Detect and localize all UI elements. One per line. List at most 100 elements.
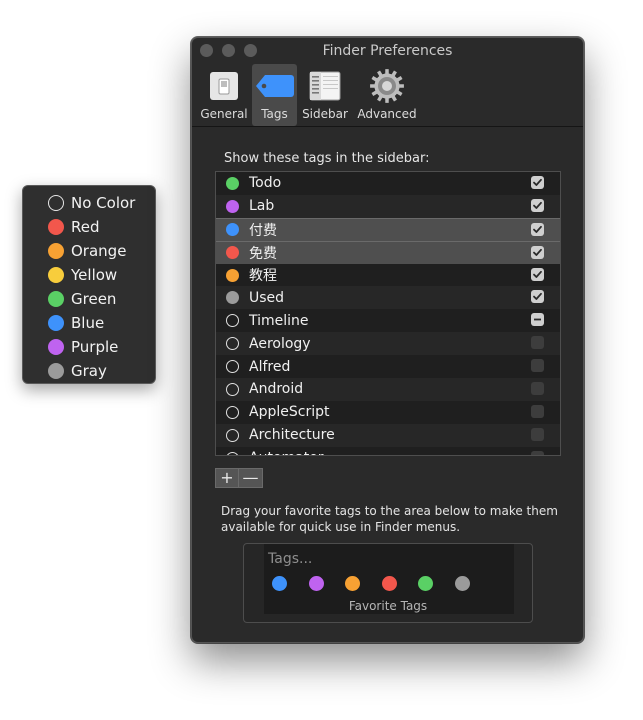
show-in-sidebar-checkbox[interactable] <box>531 290 544 304</box>
tag-color-dot-icon <box>226 314 239 328</box>
sidebar-icon <box>309 71 341 101</box>
color-menu-item-gray[interactable]: Gray <box>23 359 155 383</box>
tag-row[interactable]: Architecture <box>216 423 560 447</box>
tag-row[interactable]: Aerology <box>216 332 560 356</box>
remove-tag-button[interactable]: — <box>239 468 263 488</box>
tab-tags[interactable]: Tags <box>252 64 297 126</box>
tab-sidebar-label: Sidebar <box>302 107 348 121</box>
gear-icon <box>370 69 404 103</box>
color-dot-icon <box>48 315 64 331</box>
section-label: Show these tags in the sidebar: <box>224 151 430 166</box>
checkmark-icon <box>533 225 542 233</box>
show-in-sidebar-checkbox[interactable] <box>531 382 544 396</box>
tags-placeholder: Tags... <box>268 551 313 567</box>
tag-name: Timeline <box>249 312 309 329</box>
show-in-sidebar-checkbox[interactable] <box>531 176 544 189</box>
tag-icon <box>255 75 294 97</box>
tag-color-dot-icon <box>226 291 239 305</box>
tag-color-dot-icon <box>226 428 239 442</box>
show-in-sidebar-checkbox[interactable] <box>531 450 544 455</box>
tag-row[interactable]: 教程 <box>216 264 560 287</box>
mixed-state-icon <box>534 318 541 321</box>
show-in-sidebar-checkbox[interactable] <box>531 245 544 259</box>
show-in-sidebar-checkbox[interactable] <box>531 222 544 236</box>
tag-color-dot-icon <box>226 405 239 419</box>
checkmark-icon <box>533 178 542 186</box>
checkmark-icon <box>533 293 542 301</box>
favorite-tags-caption: Favorite Tags <box>348 599 428 613</box>
color-menu-item-label: Yellow <box>71 266 118 284</box>
tag-color-dot-icon <box>226 176 239 190</box>
color-menu-item-purple[interactable]: Purple <box>23 335 155 359</box>
show-in-sidebar-checkbox[interactable] <box>531 313 544 327</box>
tag-name: Android <box>249 381 304 398</box>
tab-sidebar[interactable]: Sidebar <box>300 64 350 126</box>
add-remove-group: + — <box>215 468 263 488</box>
show-in-sidebar-checkbox[interactable] <box>531 427 544 441</box>
color-dot-icon <box>48 243 64 259</box>
general-switch-icon <box>210 72 238 100</box>
tag-row[interactable]: AppleScript <box>216 401 560 424</box>
show-in-sidebar-checkbox[interactable] <box>531 404 544 418</box>
tag-color-dot-icon <box>226 199 239 213</box>
favorite-tag-dot-icon[interactable] <box>455 576 470 591</box>
tag-color-dot-icon <box>226 246 239 260</box>
show-in-sidebar-checkbox[interactable] <box>531 267 544 281</box>
tag-row[interactable]: Todo <box>216 172 560 195</box>
color-dot-icon <box>48 363 64 379</box>
tag-name: Todo <box>249 175 282 192</box>
tag-row[interactable]: Automator <box>216 447 560 455</box>
color-menu-item-label: Red <box>71 218 100 236</box>
tag-row[interactable]: 免费 <box>216 240 560 264</box>
tag-row[interactable]: 付费 <box>216 217 560 241</box>
tag-row[interactable]: Used <box>216 286 560 310</box>
tab-advanced[interactable]: Advanced <box>355 64 419 126</box>
color-menu-item-blue[interactable]: Blue <box>23 311 155 335</box>
add-tag-button[interactable]: + <box>215 468 239 488</box>
tag-list[interactable]: Todo Lab 付费免费教程 Used Timeline Aerology Alfred A… <box>215 171 561 456</box>
tag-color-dot-icon <box>226 337 239 351</box>
tag-color-dot-icon <box>226 382 239 396</box>
color-menu-item-no-color[interactable]: No Color <box>23 191 155 215</box>
tab-general[interactable]: General <box>199 64 249 126</box>
color-menu-item-yellow[interactable]: Yellow <box>23 263 155 287</box>
preferences-toolbar: General Tags Sidebar Advanced <box>192 64 583 127</box>
tag-color-dot-icon <box>226 360 239 374</box>
show-in-sidebar-checkbox[interactable] <box>531 336 544 350</box>
finder-preferences-window: Finder Preferences General Tags Sidebar … <box>191 37 584 643</box>
favorite-tags-well[interactable]: Tags... Favorite Tags <box>243 543 533 623</box>
color-dot-icon <box>48 195 64 211</box>
color-dot-icon <box>48 267 64 283</box>
tag-name: Alfred <box>249 358 291 375</box>
color-menu-item-label: Green <box>71 290 117 308</box>
tag-name: Automator <box>249 450 324 455</box>
checkmark-icon <box>533 248 542 256</box>
tag-row[interactable]: Lab <box>216 194 560 218</box>
show-in-sidebar-checkbox[interactable] <box>531 198 544 212</box>
color-menu-item-orange[interactable]: Orange <box>23 239 155 263</box>
tag-row[interactable]: Android <box>216 378 560 401</box>
checkmark-icon <box>533 270 542 278</box>
window-title: Finder Preferences <box>322 43 453 59</box>
tab-tags-label: Tags <box>261 107 288 121</box>
tag-name: AppleScript <box>249 404 330 421</box>
color-menu-item-green[interactable]: Green <box>23 287 155 311</box>
color-dot-icon <box>48 291 64 307</box>
color-menu-item-label: Gray <box>71 362 107 380</box>
tag-color-dot-icon <box>226 223 239 237</box>
favorite-tag-dot-icon[interactable] <box>272 576 287 591</box>
color-menu: No Color Red Orange Yellow Green Blue Purple Gr… <box>22 185 156 384</box>
tag-row[interactable]: Timeline <box>216 309 560 332</box>
tag-name: Used <box>249 289 285 306</box>
favorite-tag-dot-icon[interactable] <box>381 576 397 591</box>
tag-name: 付费 <box>249 222 277 239</box>
favorites-description: Drag your favorite tags to the area belo… <box>221 504 558 534</box>
color-menu-item-label: Purple <box>71 338 119 356</box>
checkmark-icon <box>533 201 542 209</box>
favorite-tag-dot-icon[interactable] <box>308 576 324 591</box>
color-menu-item-red[interactable]: Red <box>23 215 155 239</box>
tag-name: 免费 <box>249 245 277 262</box>
tab-advanced-label: Advanced <box>357 107 417 121</box>
show-in-sidebar-checkbox[interactable] <box>531 359 544 373</box>
tag-row[interactable]: Alfred <box>216 355 560 378</box>
